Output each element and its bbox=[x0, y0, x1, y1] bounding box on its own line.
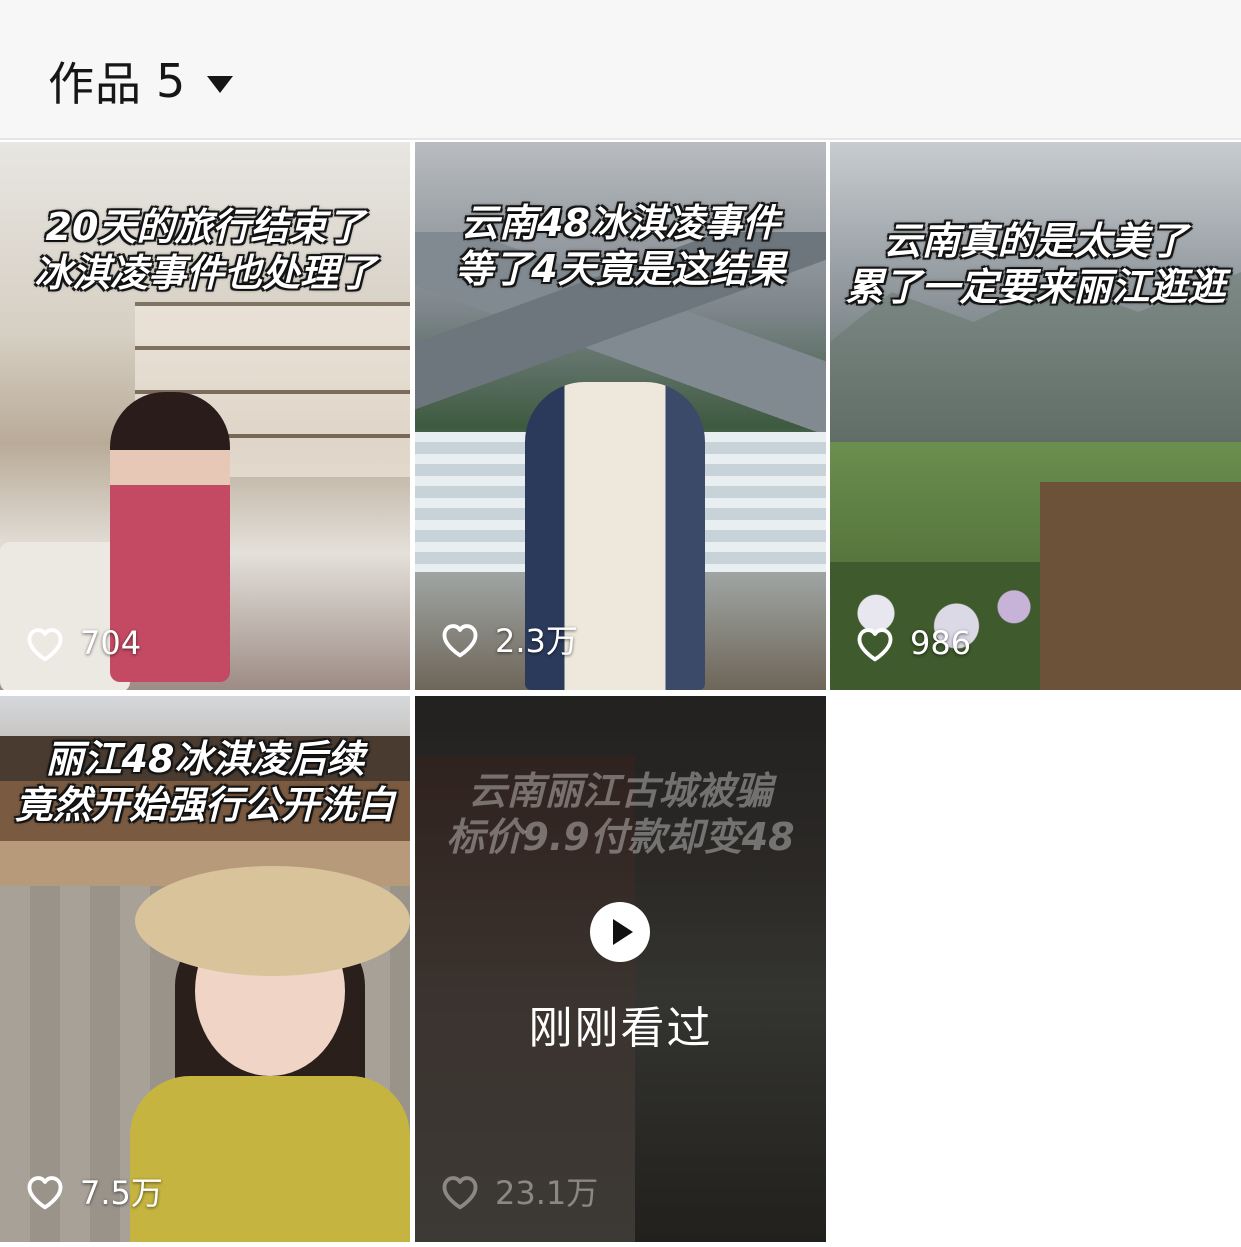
works-count: 5 bbox=[156, 54, 186, 108]
video-tile[interactable]: 丽江48冰淇凌后续 竟然开始强行公开洗白 7.5万 bbox=[0, 696, 410, 1242]
like-count-value: 986 bbox=[910, 624, 972, 662]
profile-works-header: 作品 5 bbox=[0, 0, 1241, 140]
video-tile-recently-watched[interactable]: 云南丽江古城被骗 标价9.9付款却变48 刚刚看过 23.1万 bbox=[415, 696, 826, 1242]
video-caption: 云南48冰淇凌事件 等了4天竟是这结果 bbox=[415, 200, 826, 292]
thumbnail-person-hat bbox=[135, 866, 410, 976]
caption-line: 云南真的是太美了 bbox=[883, 219, 1188, 263]
video-caption: 丽江48冰淇凌后续 竟然开始强行公开洗白 bbox=[0, 736, 410, 828]
heart-outline-icon bbox=[442, 1176, 478, 1210]
caption-line: 竟然开始强行公开洗白 bbox=[14, 783, 395, 827]
video-caption: 20天的旅行结束了 冰淇凌事件也处理了 bbox=[0, 204, 410, 296]
caption-line: 丽江48冰淇凌后续 bbox=[45, 737, 365, 781]
caption-line: 冰淇凌事件也处理了 bbox=[33, 251, 376, 295]
video-tile[interactable]: 云南真的是太美了 累了一定要来丽江逛逛 986 bbox=[830, 142, 1241, 690]
works-tab-dropdown[interactable]: 作品 5 bbox=[48, 48, 234, 114]
video-tile[interactable]: 云南48冰淇凌事件 等了4天竟是这结果 2.3万 bbox=[415, 142, 826, 690]
video-caption: 云南真的是太美了 累了一定要来丽江逛逛 bbox=[830, 218, 1241, 310]
recently-watched-label: 刚刚看过 bbox=[528, 1003, 713, 1054]
background-cabin bbox=[1040, 482, 1241, 690]
video-tile[interactable]: 20天的旅行结束了 冰淇凌事件也处理了 704 bbox=[0, 142, 410, 690]
works-label: 作品 bbox=[48, 57, 142, 111]
caption-line: 累了一定要来丽江逛逛 bbox=[845, 265, 1226, 309]
like-count: 2.3万 bbox=[439, 616, 578, 662]
like-count: 986 bbox=[854, 624, 971, 662]
heart-outline-icon bbox=[857, 628, 893, 662]
video-grid: 20天的旅行结束了 冰淇凌事件也处理了 704 云南48冰淇凌事件 等了4天竟是… bbox=[0, 140, 1241, 1247]
like-count: 7.5万 bbox=[24, 1168, 163, 1214]
like-count-value: 2.3万 bbox=[495, 622, 578, 660]
like-count: 704 bbox=[24, 624, 141, 662]
caret-down-icon bbox=[207, 75, 234, 93]
video-caption: 云南丽江古城被骗 标价9.9付款却变48 bbox=[415, 768, 826, 860]
thumbnail-person-body bbox=[130, 1076, 410, 1242]
like-count-value: 23.1万 bbox=[495, 1174, 599, 1212]
play-button[interactable] bbox=[590, 902, 650, 962]
play-icon bbox=[613, 919, 633, 945]
like-count: 23.1万 bbox=[439, 1168, 598, 1214]
caption-line: 标价9.9付款却变48 bbox=[446, 815, 795, 859]
heart-outline-icon bbox=[27, 628, 63, 662]
heart-outline-icon bbox=[27, 1176, 63, 1210]
heart-outline-icon bbox=[442, 624, 478, 658]
caption-line: 20天的旅行结束了 bbox=[45, 205, 365, 249]
caption-line: 等了4天竟是这结果 bbox=[455, 247, 786, 291]
like-count-value: 704 bbox=[80, 624, 142, 662]
caption-line: 云南48冰淇凌事件 bbox=[461, 201, 780, 245]
caption-line: 云南丽江古城被骗 bbox=[468, 769, 773, 813]
like-count-value: 7.5万 bbox=[80, 1174, 163, 1212]
